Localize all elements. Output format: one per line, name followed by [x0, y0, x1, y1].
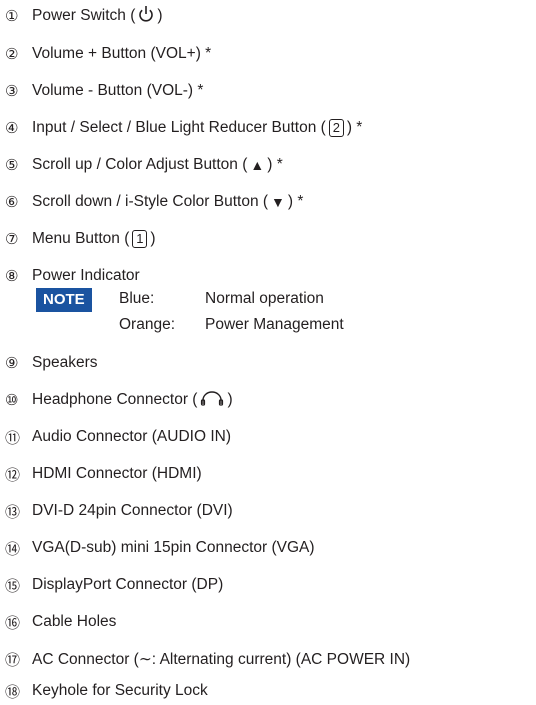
up-triangle-icon: ▲ [250, 157, 265, 173]
item-label: AC Connector (∼: Alternating current) (A… [32, 650, 411, 668]
item-number: ⑰ [5, 650, 21, 669]
legend-item-1: ① Power Switch ( ) [5, 4, 163, 28]
item-label: Scroll down / i-Style Color Button ( [32, 193, 269, 210]
item-label: Power Switch ( [32, 7, 136, 24]
legend-item-15: ⑮ DisplayPort Connector (DP) [5, 573, 223, 597]
legend-item-5: ⑤ Scroll up / Color Adjust Button ( ▲ ) … [5, 153, 283, 177]
button-2-icon: 2 [328, 119, 344, 137]
item-label: Menu Button ( [32, 230, 130, 247]
item-number: ⑮ [5, 576, 21, 595]
note-value: Power Management [205, 316, 344, 333]
item-number: ⑫ [5, 465, 21, 484]
note-badge: NOTE [36, 288, 92, 312]
button-1-icon: 1 [132, 230, 148, 248]
note-line-blue: Blue: Normal operation [119, 288, 324, 310]
item-number: ⑱ [5, 682, 21, 701]
item-label: Keyhole for Security Lock [32, 682, 208, 699]
item-number: ③ [5, 82, 19, 100]
item-label: Volume + Button (VOL+) * [32, 45, 212, 62]
item-label-suffix: ) [150, 230, 156, 247]
item-label-suffix: ) * [287, 193, 304, 210]
connector-legend: ① Power Switch ( ) ② Volume + Button (VO… [0, 0, 536, 705]
item-number: ⑭ [5, 539, 21, 558]
item-number: ⑤ [5, 156, 19, 174]
down-triangle-icon: ▼ [271, 194, 285, 210]
item-number: ⑧ [5, 267, 19, 285]
legend-item-6: ⑥ Scroll down / i-Style Color Button ( ▼… [5, 190, 303, 214]
item-label: Scroll up / Color Adjust Button ( [32, 156, 248, 173]
item-label: Audio Connector (AUDIO IN) [32, 428, 231, 445]
item-number: ⑩ [5, 391, 19, 409]
legend-item-13: ⑬ DVI-D 24pin Connector (DVI) [5, 499, 233, 523]
item-number: ⑨ [5, 354, 19, 372]
legend-item-16: ⑯ Cable Holes [5, 610, 116, 634]
note-key: Blue: [119, 290, 155, 307]
item-label: Cable Holes [32, 613, 117, 630]
item-label: HDMI Connector (HDMI) [32, 465, 202, 482]
item-label: Headphone Connector ( [32, 391, 198, 408]
note-key: Orange: [119, 316, 176, 333]
item-number: ⑥ [5, 193, 19, 211]
item-label: Input / Select / Blue Light Reducer Butt… [32, 119, 326, 136]
legend-item-18: ⑱ Keyhole for Security Lock [5, 679, 208, 703]
item-label-suffix: ) [157, 7, 163, 24]
legend-item-3: ③ Volume - Button (VOL-) * [5, 79, 203, 103]
legend-item-12: ⑫ HDMI Connector (HDMI) [5, 462, 202, 486]
legend-item-7: ⑦ Menu Button ( 1 ) [5, 227, 156, 251]
legend-item-9: ⑨ Speakers [5, 351, 97, 375]
item-label-suffix: ) * [267, 156, 283, 173]
item-label: DisplayPort Connector (DP) [32, 576, 224, 593]
item-label: Speakers [32, 354, 98, 371]
item-number: ④ [5, 119, 19, 137]
headphone-icon [200, 390, 224, 411]
item-label: DVI-D 24pin Connector (DVI) [32, 502, 233, 519]
legend-item-2: ② Volume + Button (VOL+) * [5, 42, 211, 66]
item-label-suffix: ) [227, 391, 233, 408]
legend-item-11: ⑪ Audio Connector (AUDIO IN) [5, 425, 231, 449]
power-icon [138, 5, 154, 28]
item-label: Volume - Button (VOL-) * [32, 82, 204, 99]
item-number: ⑪ [5, 428, 21, 447]
legend-item-8: ⑧ Power Indicator [5, 264, 140, 288]
legend-item-4: ④ Input / Select / Blue Light Reducer Bu… [5, 116, 362, 140]
legend-item-10: ⑩ Headphone Connector ( ) [5, 388, 233, 412]
note-line-orange: Orange: Power Management [119, 314, 344, 336]
item-number: ⑯ [5, 613, 21, 632]
item-label: VGA(D-sub) mini 15pin Connector (VGA) [32, 539, 315, 556]
item-label-suffix: ) * [346, 119, 363, 136]
legend-item-17: ⑰ AC Connector (∼: Alternating current) … [5, 647, 410, 671]
legend-item-14: ⑭ VGA(D-sub) mini 15pin Connector (VGA) [5, 536, 315, 560]
item-number: ⑦ [5, 230, 19, 248]
item-number: ① [5, 7, 19, 25]
item-number: ② [5, 45, 19, 63]
item-number: ⑬ [5, 502, 21, 521]
item-label: Power Indicator [32, 267, 140, 284]
note-value: Normal operation [205, 290, 324, 307]
